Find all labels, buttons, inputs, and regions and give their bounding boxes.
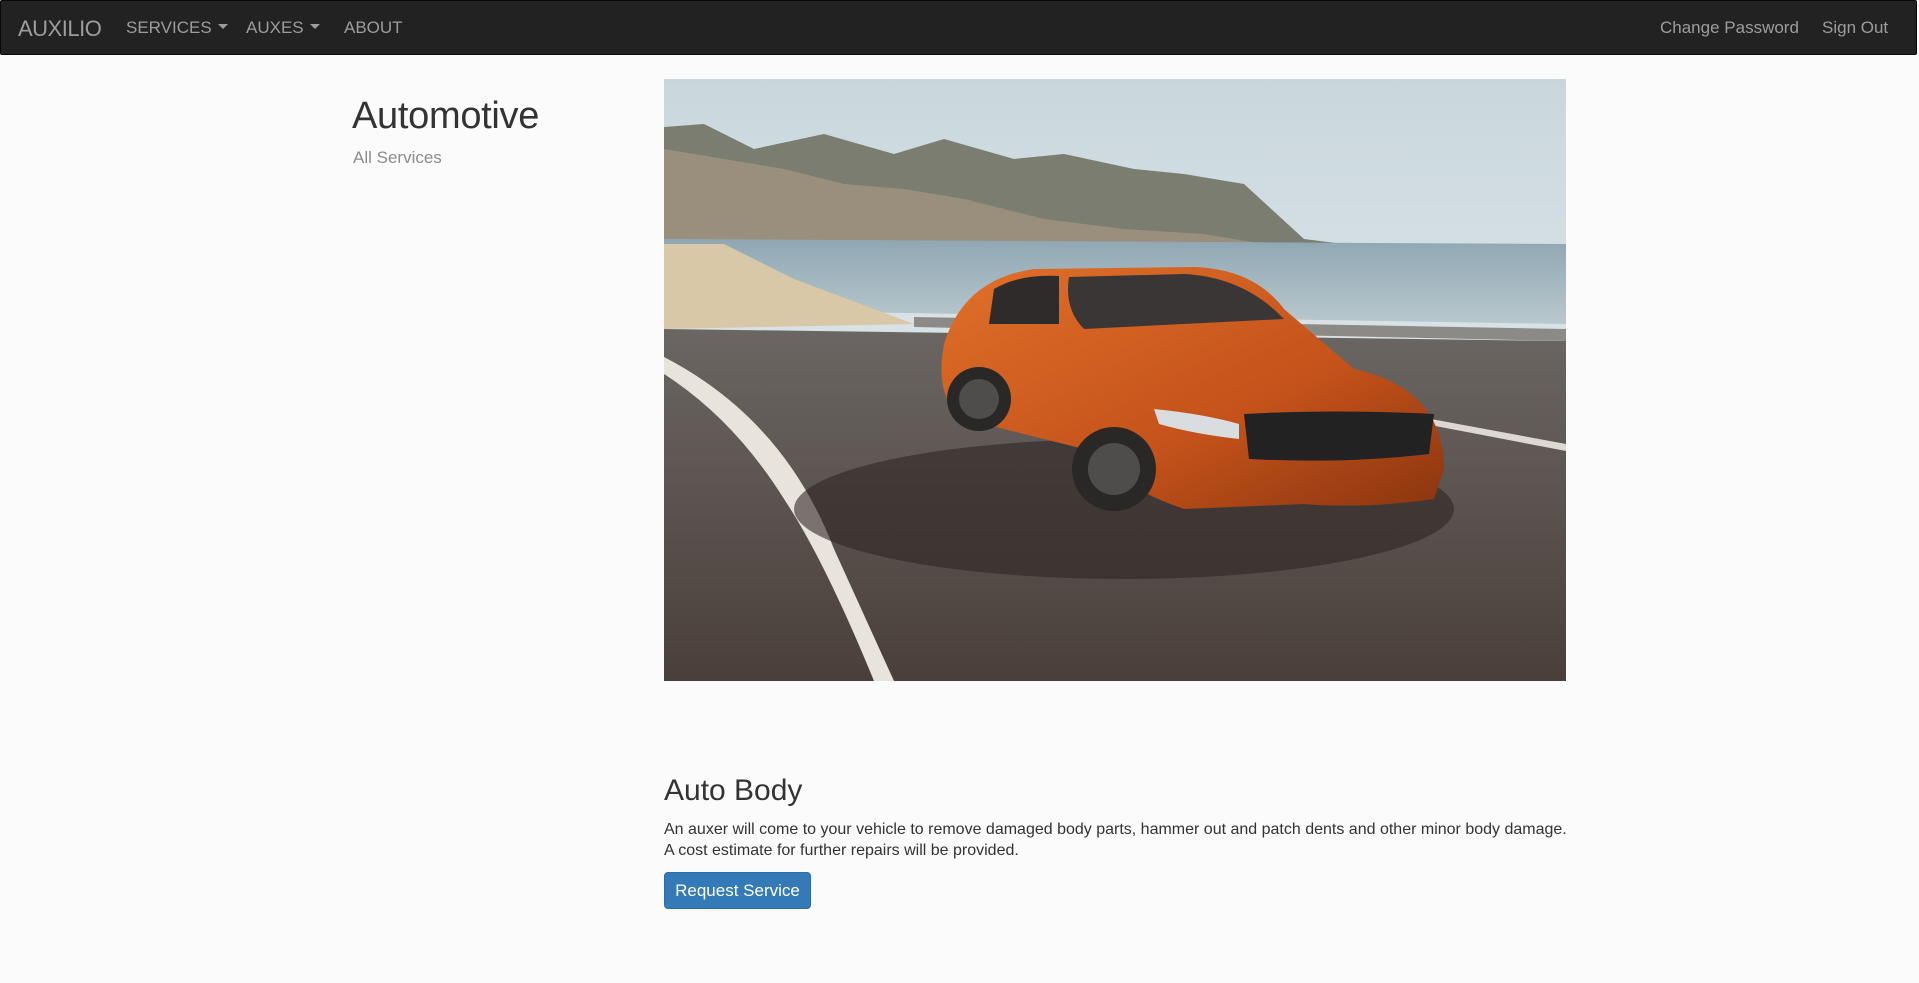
orange-sports-car-photo [664,79,1566,681]
brand-logo[interactable]: AUXILIO [18,16,102,42]
change-password-link[interactable]: Change Password [1660,18,1799,38]
page-title: Automotive [352,95,540,137]
top-navbar: AUXILIO SERVICES AUXES ABOUT Change Pass… [0,0,1917,55]
request-service-button[interactable]: Request Service [664,872,811,909]
nav-services-label: SERVICES [126,18,212,37]
service-description: An auxer will come to your vehicle to re… [664,821,1567,859]
nav-about-link[interactable]: ABOUT [344,18,403,38]
service-title: Auto Body [664,774,803,807]
nav-auxes-label: AUXES [246,18,304,37]
caret-down-icon [309,24,320,30]
all-services-link[interactable]: All Services [353,148,442,168]
nav-services-dropdown[interactable]: SERVICES [126,18,228,38]
caret-down-icon [217,24,228,30]
hero-car-image [664,79,1566,681]
sign-out-link[interactable]: Sign Out [1822,18,1888,38]
nav-auxes-dropdown[interactable]: AUXES [246,18,320,38]
